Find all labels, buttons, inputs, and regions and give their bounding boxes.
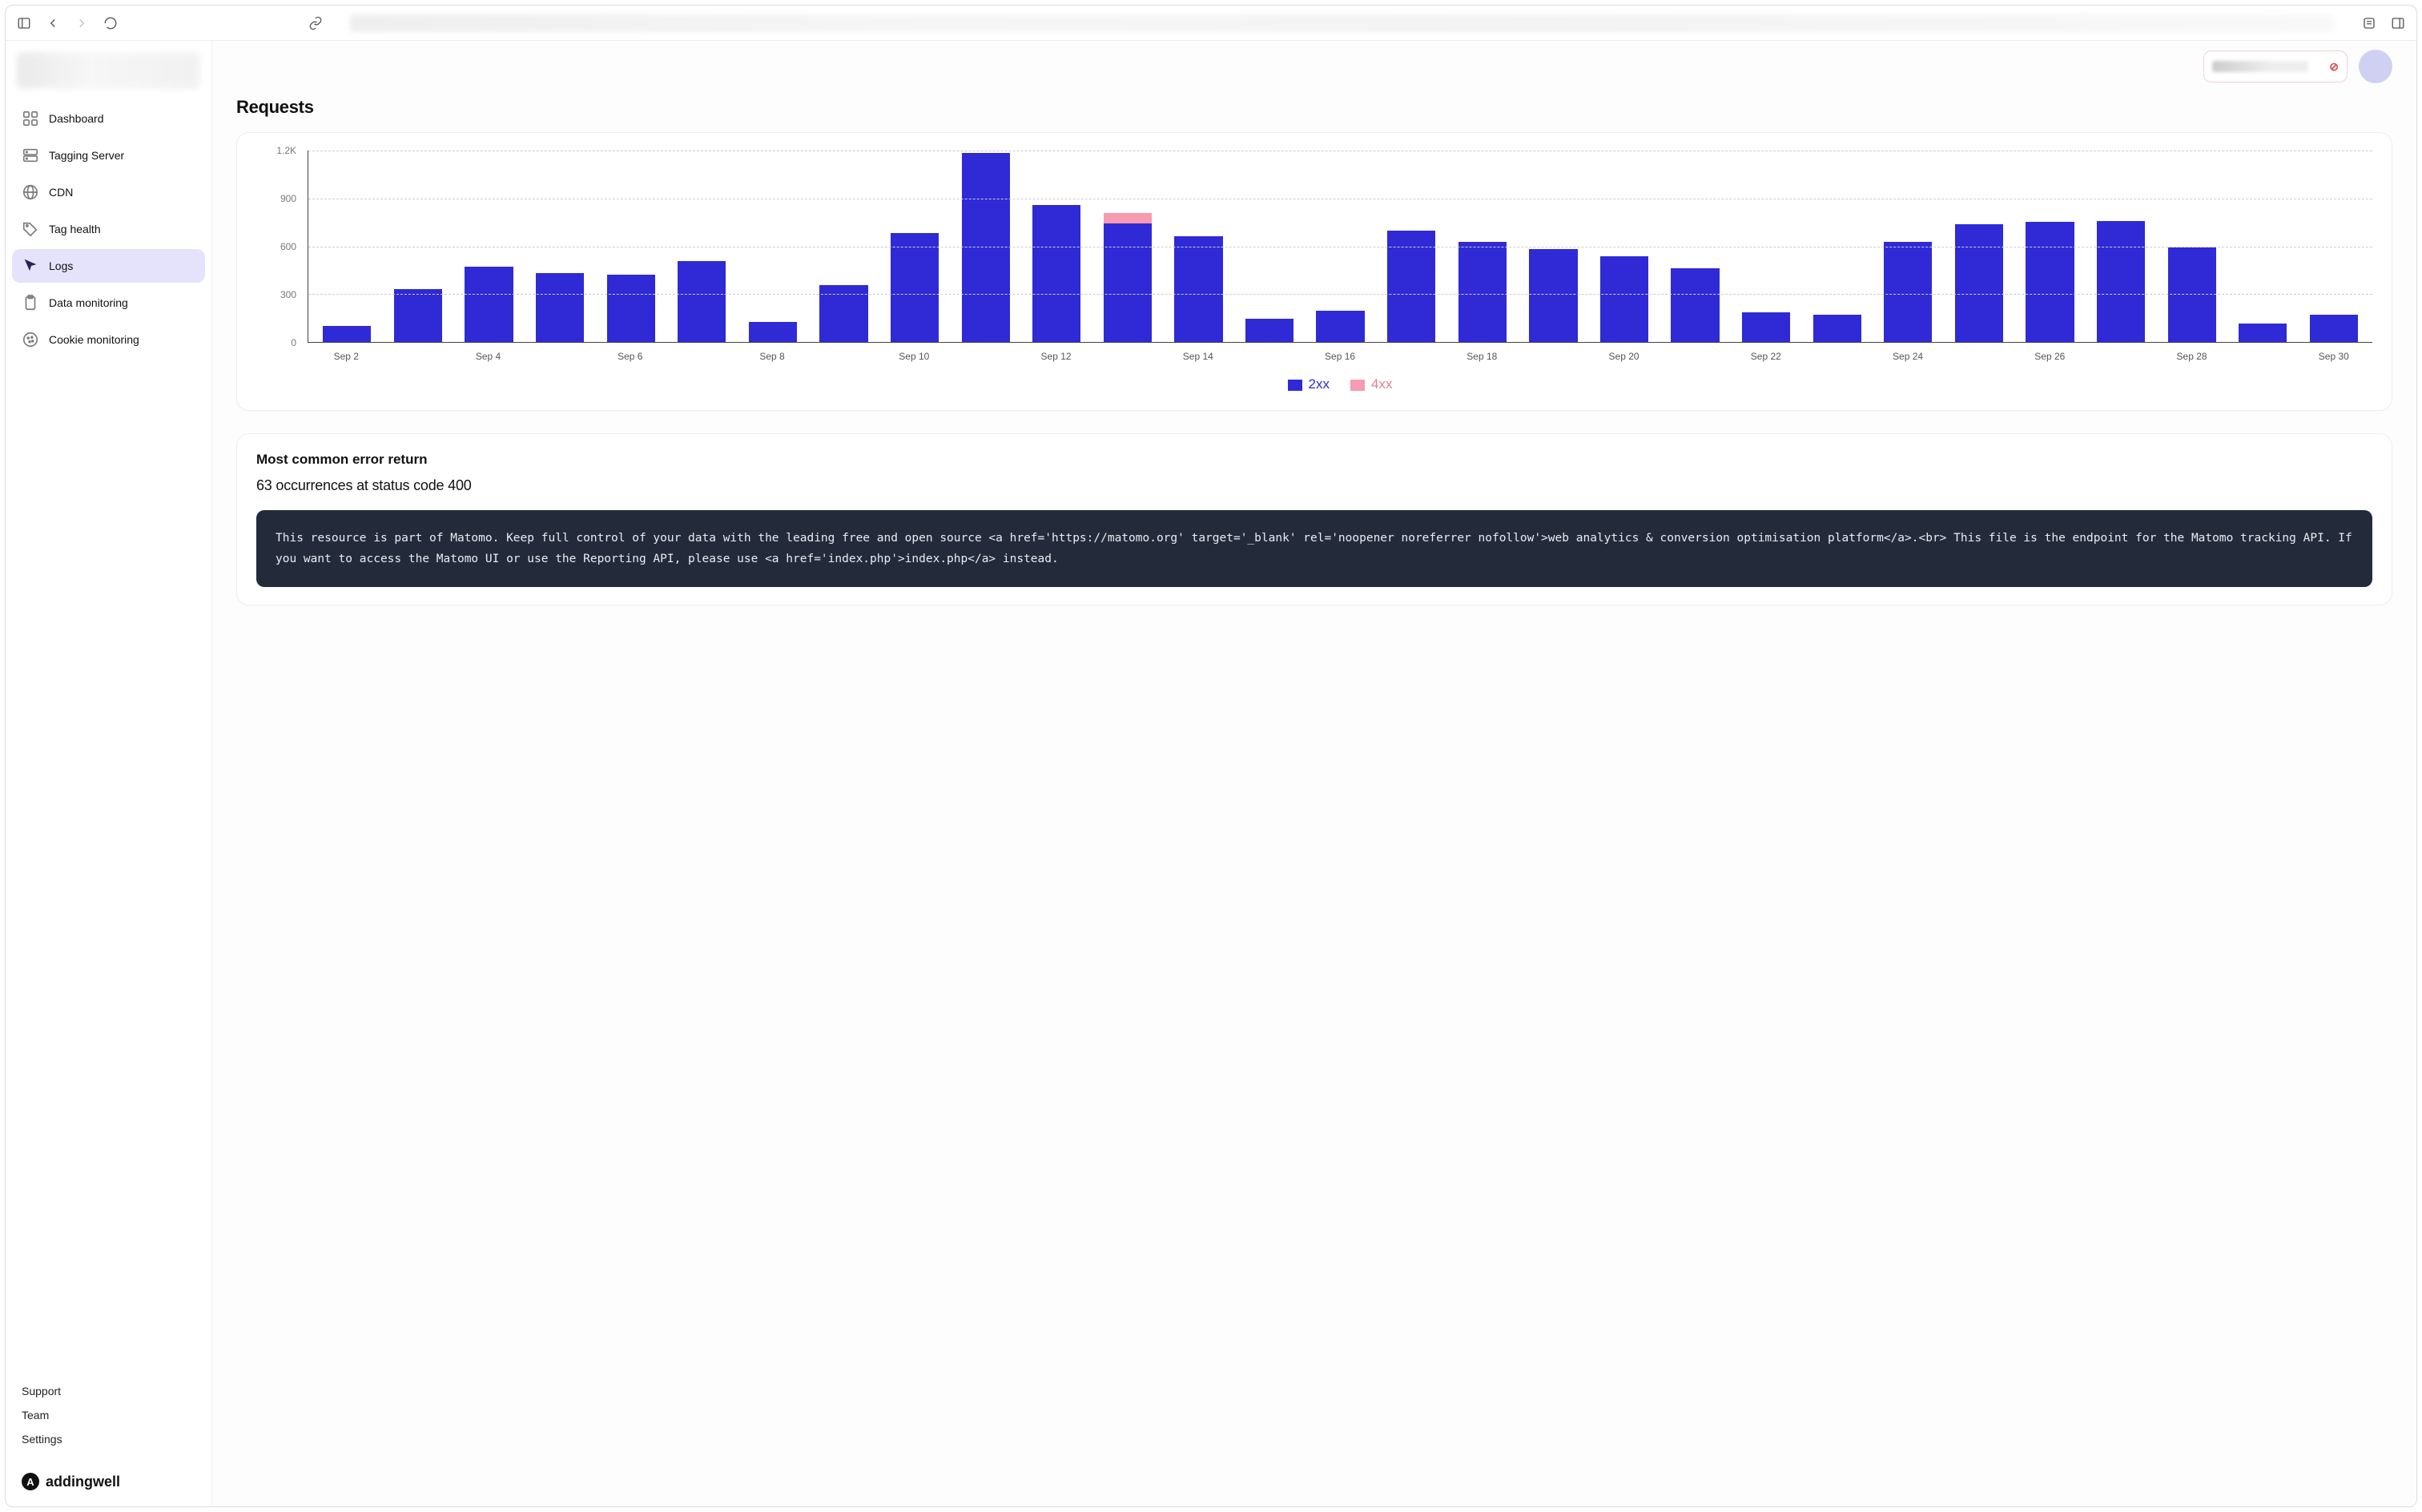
bar-sep-29[interactable]	[2227, 324, 2299, 342]
requests-chart: 1.2K9006003000 Sep 2Sep 4Sep 6Sep 8Sep 1…	[256, 151, 2372, 392]
bar-sep-20[interactable]	[1589, 256, 1660, 342]
bar-sep-16[interactable]	[1305, 311, 1376, 342]
sidebar-item-tagging-server[interactable]: Tagging Server	[12, 139, 205, 172]
topbar: ⊘	[212, 41, 2416, 92]
page: Requests 1.2K9006003000 Sep 2Sep 4Sep 6S…	[212, 97, 2416, 660]
back-button[interactable]	[42, 13, 63, 34]
grid-icon	[22, 110, 39, 127]
sidebar-link-team[interactable]: Team	[22, 1409, 195, 1422]
bar-sep-19[interactable]	[1518, 249, 1589, 342]
page-title: Requests	[236, 97, 2392, 118]
bar-sep-13[interactable]	[1092, 213, 1164, 342]
reload-button[interactable]	[100, 13, 121, 34]
sidebar-link-settings[interactable]: Settings	[22, 1433, 195, 1446]
bar-sep-15[interactable]	[1234, 319, 1306, 342]
chart-x-axis: Sep 2Sep 4Sep 6Sep 8Sep 10Sep 12Sep 14Se…	[308, 351, 2372, 362]
sidebar-item-label: Logs	[49, 259, 73, 272]
reader-icon[interactable]	[2359, 13, 2380, 34]
globe-icon	[22, 183, 39, 201]
error-response-body: This resource is part of Matomo. Keep fu…	[256, 510, 2372, 587]
legend-2xx: 2xx	[1288, 376, 1330, 392]
legend-4xx: 4xx	[1350, 376, 1392, 392]
sidebar: Dashboard Tagging Server CDN Tag health …	[6, 41, 212, 1506]
warning-icon: ⊘	[2329, 60, 2339, 74]
bar-sep-21[interactable]	[1660, 268, 1731, 342]
brand-name: addingwell	[46, 1474, 120, 1490]
main-content: ⊘ Requests 1.2K9006003000 Sep 2Sep 4Sep …	[212, 41, 2416, 1506]
tag-icon	[22, 220, 39, 238]
error-card-title: Most common error return	[256, 452, 2372, 468]
app-body: Dashboard Tagging Server CDN Tag health …	[6, 41, 2416, 1506]
account-name-blurred	[2212, 61, 2308, 72]
bar-sep-5[interactable]	[525, 273, 596, 342]
requests-chart-card: 1.2K9006003000 Sep 2Sep 4Sep 6Sep 8Sep 1…	[236, 132, 2392, 411]
sidebar-nav: Dashboard Tagging Server CDN Tag health …	[12, 102, 205, 356]
link-icon[interactable]	[305, 13, 326, 34]
cookie-icon	[22, 331, 39, 348]
sidebar-item-label: Cookie monitoring	[49, 333, 139, 346]
sidebar-item-label: CDN	[49, 186, 73, 199]
bar-sep-6[interactable]	[595, 275, 666, 342]
bar-sep-24[interactable]	[1873, 242, 1944, 342]
sidebar-item-tag-health[interactable]: Tag health	[12, 212, 205, 246]
sidebar-item-logs[interactable]: Logs	[12, 249, 205, 283]
bar-sep-18[interactable]	[1447, 242, 1519, 342]
sidebar-item-dashboard[interactable]: Dashboard	[12, 102, 205, 135]
browser-toolbar	[6, 6, 2416, 41]
chart-y-axis: 1.2K9006003000	[256, 151, 301, 343]
avatar[interactable]	[2359, 50, 2392, 83]
brand: A addingwell	[22, 1473, 195, 1490]
bar-sep-12[interactable]	[1021, 205, 1092, 342]
panel-toggle-icon[interactable]	[2388, 13, 2408, 34]
sidebar-link-support[interactable]: Support	[22, 1385, 195, 1397]
bar-sep-11[interactable]	[950, 153, 1021, 342]
account-selector[interactable]: ⊘	[2203, 50, 2348, 82]
bar-sep-22[interactable]	[1731, 312, 1802, 342]
bar-sep-26[interactable]	[2014, 222, 2086, 342]
bar-sep-3[interactable]	[383, 289, 454, 342]
bar-sep-30[interactable]	[2299, 315, 2370, 342]
bar-sep-7[interactable]	[666, 261, 738, 342]
address-bar[interactable]	[350, 14, 2335, 32]
chart-plot-area	[308, 151, 2372, 343]
bar-sep-4[interactable]	[453, 267, 525, 342]
bar-sep-23[interactable]	[1801, 315, 1873, 342]
bar-sep-25[interactable]	[1944, 224, 2015, 342]
forward-button[interactable]	[71, 13, 92, 34]
sidebar-item-label: Data monitoring	[49, 296, 128, 309]
bar-sep-10[interactable]	[879, 233, 951, 342]
sidebar-item-label: Dashboard	[49, 112, 104, 125]
sidebar-footer: Support Team Settings A addingwell	[12, 1381, 205, 1495]
bar-sep-8[interactable]	[738, 322, 809, 342]
bar-sep-2[interactable]	[312, 326, 383, 342]
error-card-summary: 63 occurrences at status code 400	[256, 477, 2372, 494]
sidebar-toggle-icon[interactable]	[14, 13, 34, 34]
sidebar-item-cdn[interactable]: CDN	[12, 175, 205, 209]
chart-legend: 2xx 4xx	[308, 376, 2372, 392]
server-icon	[22, 147, 39, 164]
bar-sep-27[interactable]	[2086, 221, 2157, 342]
brand-logo-icon: A	[22, 1473, 39, 1490]
sidebar-item-label: Tagging Server	[49, 149, 124, 162]
sidebar-item-data-monitoring[interactable]: Data monitoring	[12, 286, 205, 320]
sidebar-item-label: Tag health	[49, 223, 101, 235]
bar-sep-17[interactable]	[1376, 231, 1447, 342]
sidebar-item-cookie-monitoring[interactable]: Cookie monitoring	[12, 323, 205, 356]
bar-sep-14[interactable]	[1163, 236, 1234, 342]
cursor-icon	[22, 257, 39, 275]
app-window: Dashboard Tagging Server CDN Tag health …	[5, 5, 2417, 1507]
clipboard-icon	[22, 294, 39, 312]
workspace-switcher[interactable]	[17, 52, 200, 89]
error-return-card: Most common error return 63 occurrences …	[236, 433, 2392, 605]
